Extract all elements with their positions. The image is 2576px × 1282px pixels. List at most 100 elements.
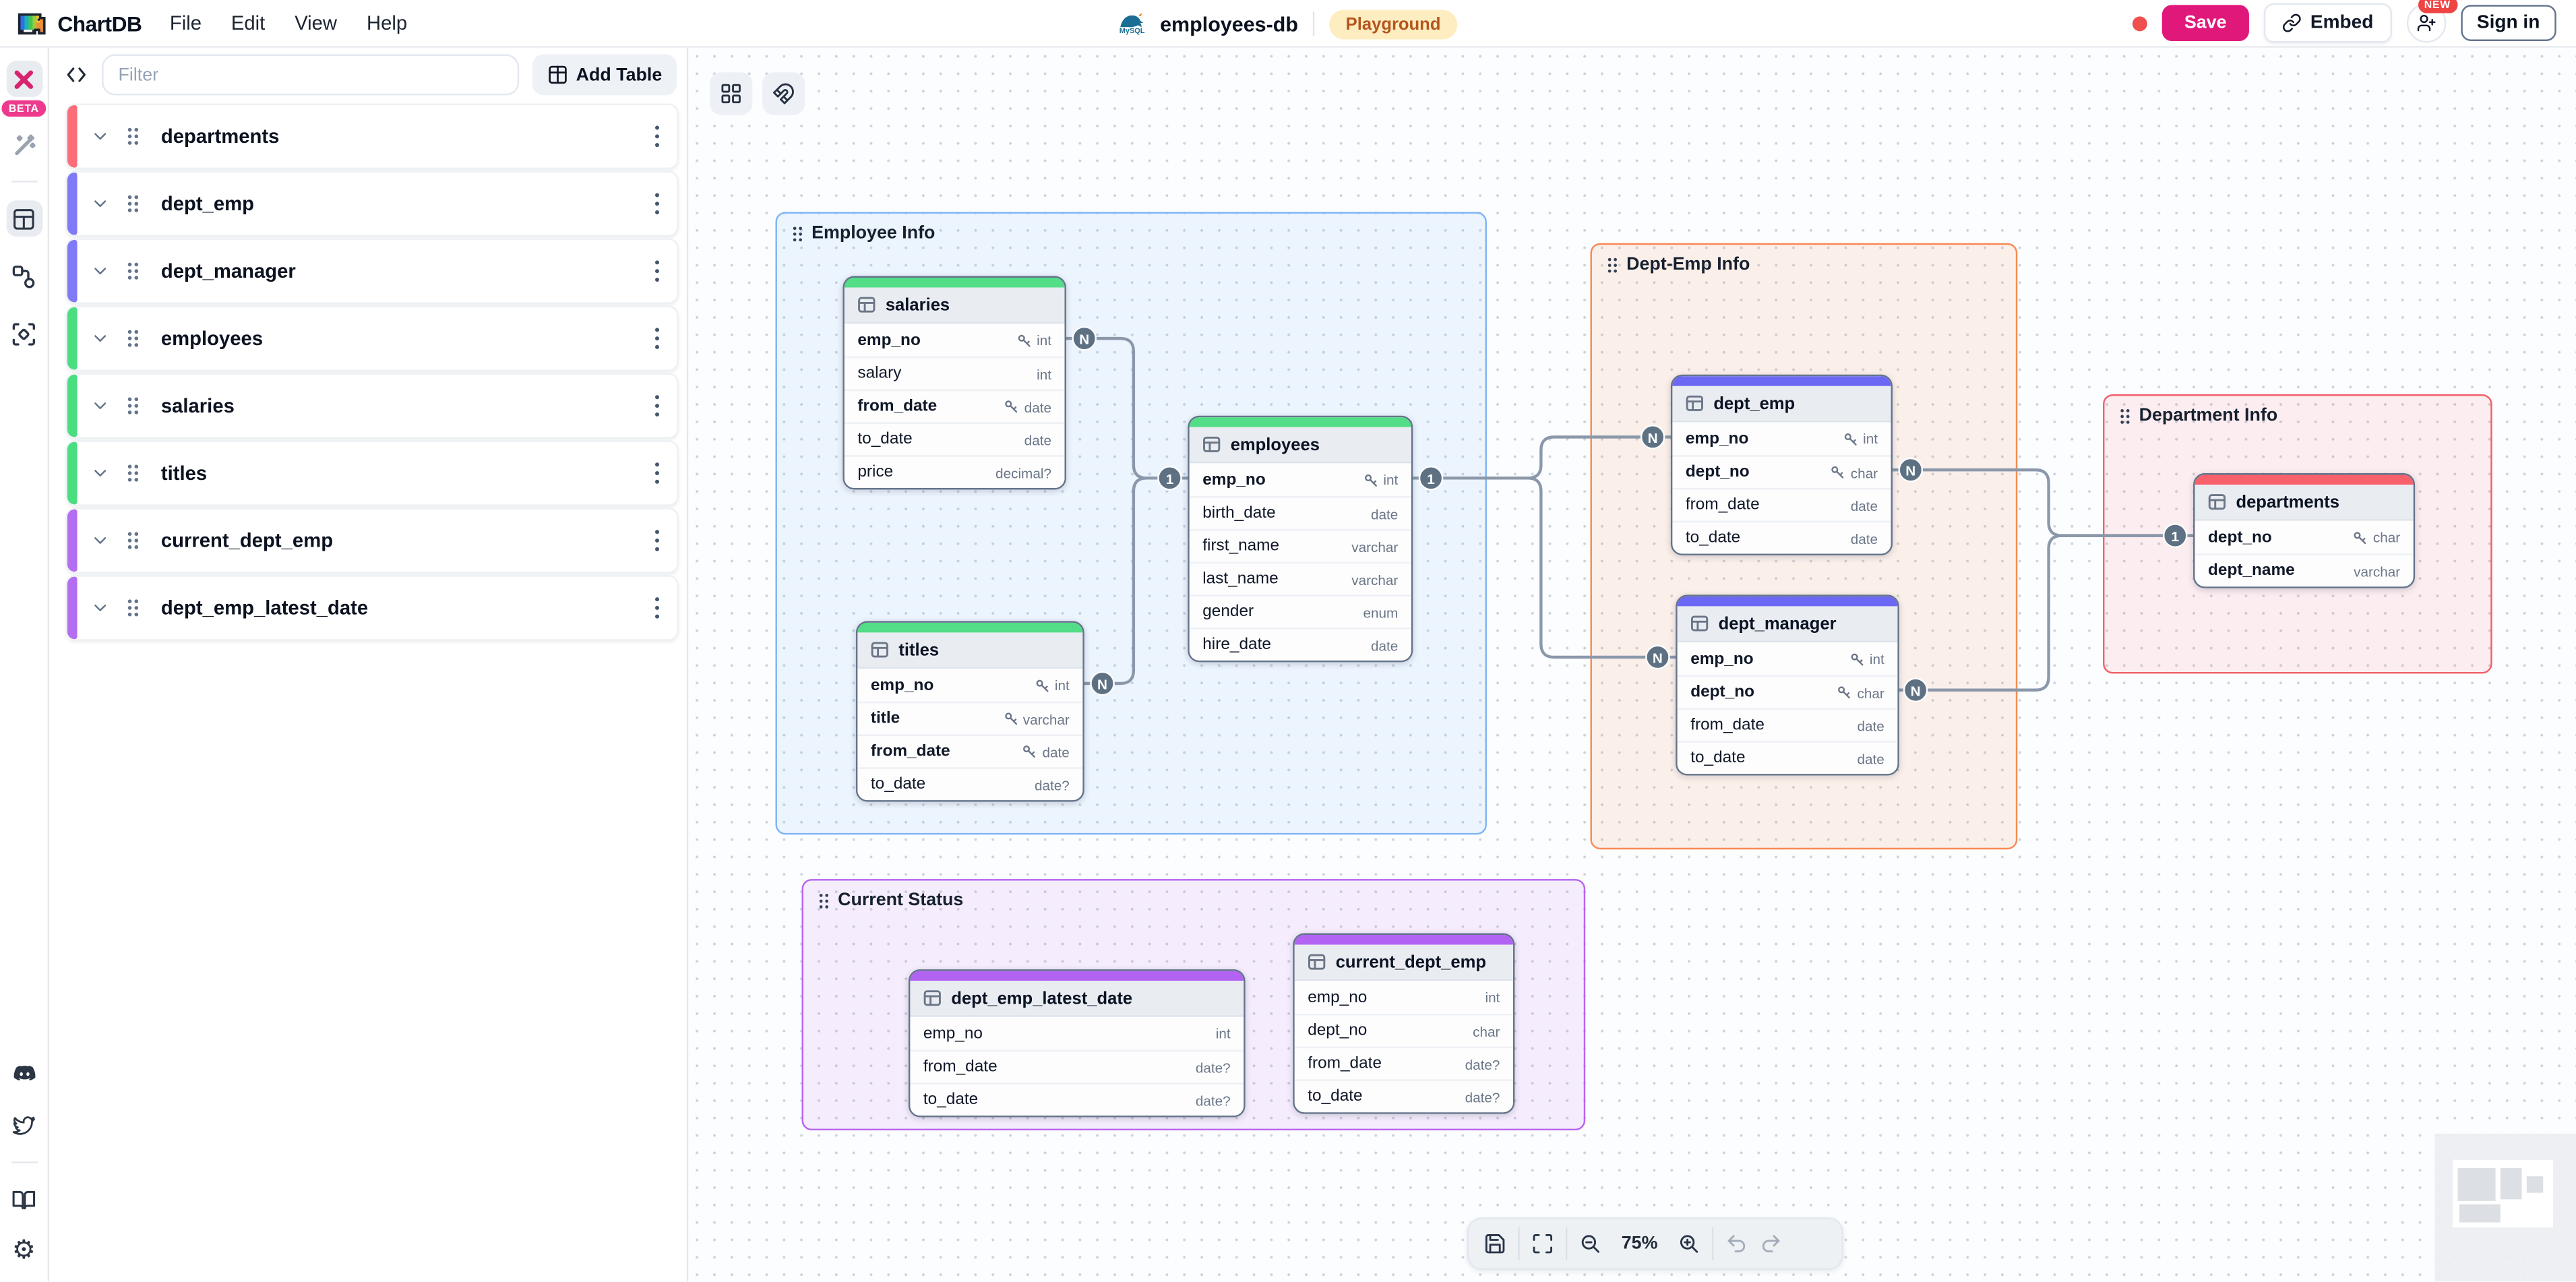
table-header[interactable]: employees [1190, 427, 1411, 464]
drag-handle-icon[interactable] [127, 194, 140, 214]
reorder-tables-button[interactable] [710, 72, 752, 115]
redo-button[interactable] [1760, 1232, 1783, 1255]
cardinality-badge: 1 [2163, 523, 2188, 548]
zoom-in-button[interactable] [1678, 1232, 1700, 1255]
table-node-dept_emp[interactable]: dept_emp emp_noint dept_nochar from_date… [1671, 375, 1893, 555]
table-menu-icon[interactable] [654, 529, 661, 552]
drag-handle-icon[interactable] [127, 396, 140, 415]
table-header[interactable]: dept_manager [1678, 606, 1898, 642]
menu-help[interactable]: Help [352, 5, 422, 41]
save-diagram-button[interactable] [1483, 1232, 1506, 1255]
table-node-dept_emp_latest_date[interactable]: dept_emp_latest_date emp_noint from_date… [909, 969, 1246, 1117]
diagram-canvas[interactable]: Employee Info Dept-Emp Info Department I… [688, 48, 2576, 1282]
snap-magnet-button[interactable] [762, 72, 805, 115]
chevron-down-icon[interactable] [90, 127, 110, 146]
sidebar-item-salaries[interactable]: salaries [66, 373, 679, 439]
drag-handle-icon[interactable] [127, 463, 140, 483]
table-accent-bar [1295, 935, 1513, 945]
table-node-employees[interactable]: employees emp_noint birth_datedate first… [1188, 416, 1413, 663]
diagram-name[interactable]: employees-db [1160, 12, 1298, 35]
menu-view[interactable]: View [280, 5, 352, 41]
table-color-accent [67, 173, 78, 235]
areas-panel-button[interactable] [6, 315, 42, 352]
table-node-salaries[interactable]: salaries emp_noint salaryint from_dateda… [842, 276, 1066, 490]
table-color-accent [67, 442, 78, 505]
sidebar-item-dept_manager[interactable]: dept_manager [66, 238, 679, 304]
drag-handle-icon[interactable] [127, 127, 140, 146]
menu-edit[interactable]: Edit [216, 5, 280, 41]
code-view-button[interactable] [64, 63, 89, 88]
field-row: from_datedate [857, 735, 1082, 768]
drag-handle-icon[interactable] [127, 329, 140, 348]
zoom-level[interactable]: 75% [1614, 1234, 1666, 1254]
sidebar-item-dept_emp_latest_date[interactable]: dept_emp_latest_date [66, 575, 679, 641]
filter-input[interactable] [102, 54, 518, 95]
table-menu-icon[interactable] [654, 394, 661, 417]
field-row: emp_noint [857, 669, 1082, 702]
zoom-out-button[interactable] [1578, 1232, 1601, 1255]
table-node-departments[interactable]: departments dept_nochar dept_namevarchar [2193, 473, 2415, 588]
table-menu-icon[interactable] [654, 462, 661, 485]
minimap-rect [2459, 1204, 2501, 1223]
table-menu-icon[interactable] [654, 260, 661, 282]
chevron-down-icon[interactable] [90, 396, 110, 415]
chevron-down-icon[interactable] [90, 598, 110, 617]
table-header[interactable]: dept_emp_latest_date [910, 981, 1244, 1017]
chevron-down-icon[interactable] [90, 530, 110, 550]
relationships-panel-button[interactable] [6, 258, 42, 295]
table-header[interactable]: departments [2195, 485, 2414, 521]
table-header[interactable]: current_dept_emp [1295, 945, 1513, 981]
table-menu-icon[interactable] [654, 597, 661, 619]
chevron-down-icon[interactable] [90, 463, 110, 483]
table-header[interactable]: salaries [845, 288, 1065, 324]
table-color-accent [67, 577, 78, 640]
save-button[interactable]: Save [2161, 5, 2250, 41]
table-header[interactable]: titles [857, 632, 1082, 669]
diagram-editor-button[interactable] [6, 61, 42, 97]
table-header[interactable]: dept_emp [1672, 386, 1891, 423]
sidebar-item-dept_emp[interactable]: dept_emp [66, 171, 679, 237]
minimap[interactable] [2434, 1134, 2576, 1281]
table-node-current_dept_emp[interactable]: current_dept_emp emp_noint dept_nochar f… [1293, 934, 1514, 1114]
table-menu-icon[interactable] [654, 125, 661, 148]
edge-employees-dept_emp [1413, 437, 1671, 478]
sidebar-item-current_dept_emp[interactable]: current_dept_emp [66, 508, 679, 574]
chevron-down-icon[interactable] [90, 329, 110, 348]
drag-handle-icon[interactable] [127, 262, 140, 281]
drag-handle-icon[interactable] [127, 598, 140, 617]
undo-button[interactable] [1725, 1232, 1748, 1255]
menu-file[interactable]: File [155, 5, 216, 41]
table-node-titles[interactable]: titles emp_noint titlevarchar from_dated… [856, 621, 1084, 801]
key-icon [1004, 399, 1019, 414]
embed-button[interactable]: Embed [2265, 3, 2392, 43]
sidebar-item-titles[interactable]: titles [66, 440, 679, 506]
table-color-accent [67, 240, 78, 303]
minimap-viewport [2453, 1160, 2553, 1227]
fit-view-button[interactable] [1531, 1232, 1554, 1255]
settings-gear-button[interactable]: ⚙ [6, 1232, 42, 1269]
drag-handle-icon[interactable] [127, 530, 140, 550]
field-row: from_datedate? [910, 1050, 1244, 1083]
table-menu-icon[interactable] [654, 192, 661, 215]
docs-button[interactable] [6, 1182, 42, 1218]
add-table-button[interactable]: Add Table [532, 54, 677, 95]
discord-button[interactable] [6, 1056, 42, 1093]
sidebar-item-departments[interactable]: departments [66, 104, 679, 170]
field-row: last_namevarchar [1190, 562, 1411, 595]
mysql-logo-icon: MySQL [1119, 12, 1145, 36]
sidebar-item-employees[interactable]: employees [66, 305, 679, 371]
twitter-button[interactable] [6, 1107, 42, 1144]
table-node-dept_manager[interactable]: dept_manager emp_noint dept_nochar from_… [1676, 594, 1899, 775]
table-icon [2208, 493, 2226, 511]
field-row: dept_nochar [1672, 455, 1891, 488]
new-badge: NEW [2418, 0, 2457, 13]
table-menu-icon[interactable] [654, 327, 661, 350]
chevron-down-icon[interactable] [90, 194, 110, 214]
magic-wand-button[interactable] [6, 127, 42, 163]
field-row: dept_namevarchar [2195, 553, 2414, 586]
chevron-down-icon[interactable] [90, 262, 110, 281]
invite-user-button[interactable]: NEW [2406, 3, 2446, 43]
sign-in-button[interactable]: Sign in [2461, 5, 2556, 41]
table-accent-bar [2195, 475, 2414, 485]
tables-panel-button[interactable] [6, 200, 42, 237]
